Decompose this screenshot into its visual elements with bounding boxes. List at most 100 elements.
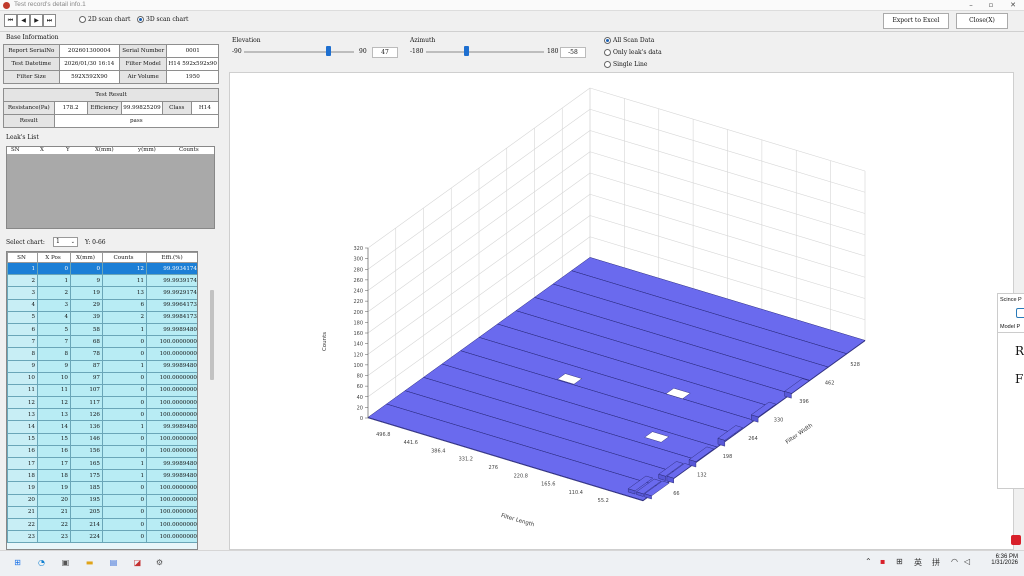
table-row[interactable]: 1 0 0 12 99.9934174 — [7, 261, 197, 276]
app-window-icon[interactable]: ▤ — [106, 555, 121, 570]
table-row[interactable]: 3 2 19 13 99.9929174 — [7, 286, 197, 300]
table-cell: 100.0000000 — [146, 444, 197, 459]
azimuth-value-box[interactable]: -58 — [560, 47, 586, 58]
radio-2d-indicator[interactable] — [79, 16, 86, 23]
radio-all-indicator[interactable] — [604, 37, 611, 44]
elevation-slider-track[interactable] — [244, 51, 354, 53]
leak-col-y[interactable]: Y — [66, 147, 70, 153]
popup-header: Scince P — [1000, 297, 1022, 303]
grid-col-xmm[interactable]: X(mm) — [70, 252, 103, 263]
air-volume-value: 1950 — [166, 70, 219, 84]
table-row[interactable]: 18 18 175 1 99.9989480 — [7, 469, 197, 483]
export-excel-button[interactable]: Export to Excel — [883, 13, 949, 29]
close-window-button[interactable]: ✕ — [1004, 0, 1022, 11]
external-window-popup[interactable]: Scince P Model P Ra F — [997, 293, 1024, 489]
leak-col-xmm[interactable]: X(mm) — [95, 147, 114, 153]
leak-col-sn[interactable]: SN — [11, 147, 20, 153]
grid-col-counts[interactable]: Counts — [102, 252, 147, 263]
table-cell: 5 — [7, 310, 38, 324]
grid-col-xpos[interactable]: X Pos — [37, 252, 71, 263]
table-cell: 2 — [7, 274, 38, 288]
camera-icon[interactable]: ▣ — [58, 555, 73, 570]
ime-mode-indicator[interactable]: 拼 — [932, 557, 940, 568]
leak-list[interactable] — [6, 146, 215, 229]
table-cell: 100.0000000 — [146, 493, 197, 507]
grid-scrollbar-thumb[interactable] — [210, 290, 214, 380]
azimuth-slider-thumb[interactable] — [464, 46, 470, 56]
radio-all-scan-data[interactable]: All Scan Data — [604, 37, 654, 44]
table-row[interactable]: 14 14 136 1 99.9989480 — [7, 420, 197, 434]
table-cell: 0 — [102, 408, 147, 422]
last-record-button[interactable]: ⏭ — [43, 14, 56, 27]
popup-tab[interactable]: Model P — [1000, 324, 1020, 330]
edge-browser-icon[interactable]: ◔ — [34, 555, 49, 570]
table-row[interactable]: 15 15 146 0 100.0000000 — [7, 432, 197, 446]
radio-2d-chart[interactable]: 2D scan chart — [79, 16, 130, 23]
leak-col-counts[interactable]: Counts — [179, 147, 199, 153]
select-chart-dropdown[interactable]: 1 ⌄ — [53, 237, 78, 247]
prev-record-button[interactable]: ◀ — [17, 14, 30, 27]
table-row[interactable]: 13 13 126 0 100.0000000 — [7, 408, 197, 422]
table-row[interactable]: 21 21 205 0 100.0000000 — [7, 505, 197, 519]
pdf-app-icon[interactable]: ◪ — [130, 555, 145, 570]
elevation-slider-thumb[interactable] — [325, 46, 331, 56]
azimuth-label: Azimuth — [410, 37, 436, 44]
table-cell: 4 — [7, 298, 38, 312]
table-cell: 0 — [102, 493, 147, 507]
table-cell: 7 — [37, 335, 71, 349]
clock[interactable]: 6:36 PM 1/31/2026 — [983, 554, 1018, 566]
table-row[interactable]: 23 23 224 0 100.0000000 — [7, 530, 197, 544]
length-axis-title: Filter Length — [500, 513, 535, 528]
table-row[interactable]: 11 11 107 0 100.0000000 — [7, 383, 197, 398]
scan-data-grid[interactable]: SN X Pos X(mm) Counts Effi.(%) 1 0 0 12 99.9… — [6, 251, 198, 550]
table-row[interactable]: 19 19 185 0 100.0000000 — [7, 481, 197, 495]
radio-single-line[interactable]: Single Line — [604, 61, 647, 68]
azimuth-slider-track[interactable] — [426, 51, 544, 53]
maximize-button[interactable]: ▫ — [982, 0, 1000, 11]
table-row[interactable]: 17 17 165 1 99.9989480 — [7, 456, 197, 471]
wifi-icon[interactable]: ◠ — [951, 557, 958, 566]
table-row[interactable]: 7 7 68 0 100.0000000 — [7, 335, 197, 349]
radio-leaks-indicator[interactable] — [604, 49, 611, 56]
folder-icon[interactable]: ▬ — [82, 555, 97, 570]
table-row[interactable]: 10 10 97 0 100.0000000 — [7, 371, 197, 385]
plot-area[interactable]: 0 20 40 60 80 100 120 140 160 180 200 220 240 260 280 3… — [229, 72, 1014, 550]
close-button[interactable]: Close(X) — [956, 13, 1008, 29]
radio-single-indicator[interactable] — [604, 61, 611, 68]
table-row[interactable]: 12 12 117 0 100.0000000 — [7, 396, 197, 410]
table-row[interactable]: 2 1 9 11 99.9939174 — [7, 274, 197, 288]
table-row[interactable]: 9 9 87 1 99.9989480 — [7, 359, 197, 373]
leak-col-ymm[interactable]: y(mm) — [138, 147, 156, 153]
first-record-button[interactable]: ⏮ — [4, 14, 17, 27]
table-row[interactable]: 20 20 195 0 100.0000000 — [7, 493, 197, 507]
grid-col-effi[interactable]: Effi.(%) — [146, 252, 197, 263]
leak-col-x[interactable]: X — [40, 147, 44, 153]
settings-gear-icon[interactable]: ⚙ — [152, 555, 167, 570]
elevation-value-box[interactable]: 47 — [372, 47, 398, 58]
tray-app-icon[interactable]: ▪ — [880, 557, 885, 566]
radio-3d-indicator[interactable] — [137, 16, 144, 23]
tray-chevron-up-icon[interactable]: ⌃ — [865, 557, 872, 566]
popup-text-2: F — [1015, 372, 1024, 386]
radio-only-leaks[interactable]: Only leak's data — [604, 49, 662, 56]
notification-icon[interactable] — [1011, 535, 1021, 545]
next-record-button[interactable]: ▶ — [30, 14, 43, 27]
table-row[interactable]: 16 16 156 0 100.0000000 — [7, 444, 197, 459]
table-row[interactable]: 22 22 214 0 100.0000000 — [7, 517, 197, 532]
table-cell: 11 — [102, 274, 147, 288]
azimuth-min: -180 — [410, 48, 424, 55]
table-cell: 100.0000000 — [146, 432, 197, 446]
grid-col-sn[interactable]: SN — [7, 252, 38, 263]
minimize-button[interactable]: – — [962, 0, 980, 11]
table-row[interactable]: 6 5 58 1 99.9989480 — [7, 322, 197, 337]
radio-3d-chart[interactable]: 3D scan chart — [137, 16, 188, 23]
ime-indicator[interactable]: 英 — [914, 557, 922, 568]
tray-grid-icon[interactable]: ⊞ — [896, 557, 903, 566]
windows-start-icon[interactable]: ⊞ — [10, 555, 25, 570]
table-cell: 100.0000000 — [146, 371, 197, 385]
table-row[interactable]: 5 4 39 2 99.9984173 — [7, 310, 197, 324]
table-row[interactable]: 8 8 78 0 100.0000000 — [7, 347, 197, 361]
table-row[interactable]: 4 3 29 6 99.9964173 — [7, 298, 197, 312]
table-cell: 0 — [70, 261, 103, 276]
volume-icon[interactable]: ◁ — [964, 557, 970, 566]
